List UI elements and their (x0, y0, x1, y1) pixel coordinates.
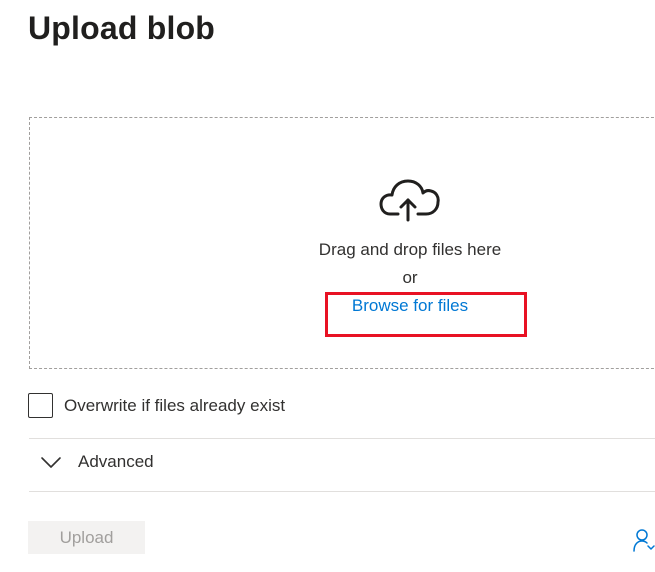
divider (29, 438, 655, 439)
cloud-upload-icon (379, 179, 440, 222)
divider (29, 491, 655, 492)
annotation-highlight-box (325, 292, 527, 337)
chevron-down-icon (41, 457, 61, 468)
upload-button[interactable]: Upload (28, 521, 145, 554)
overwrite-option[interactable]: Overwrite if files already exist (28, 393, 285, 418)
or-text: or (402, 268, 418, 287)
upload-blob-panel: Upload blob Drag and drop files here or … (0, 0, 655, 572)
overwrite-checkbox-label: Overwrite if files already exist (64, 395, 286, 415)
overwrite-checkbox[interactable] (28, 393, 53, 418)
drag-drop-text: Drag and drop files here (318, 240, 502, 259)
page-title: Upload blob (28, 10, 216, 46)
advanced-section-toggle[interactable]: Advanced (40, 452, 154, 472)
advanced-label: Advanced (78, 452, 154, 471)
feedback-person-icon[interactable] (633, 528, 655, 552)
